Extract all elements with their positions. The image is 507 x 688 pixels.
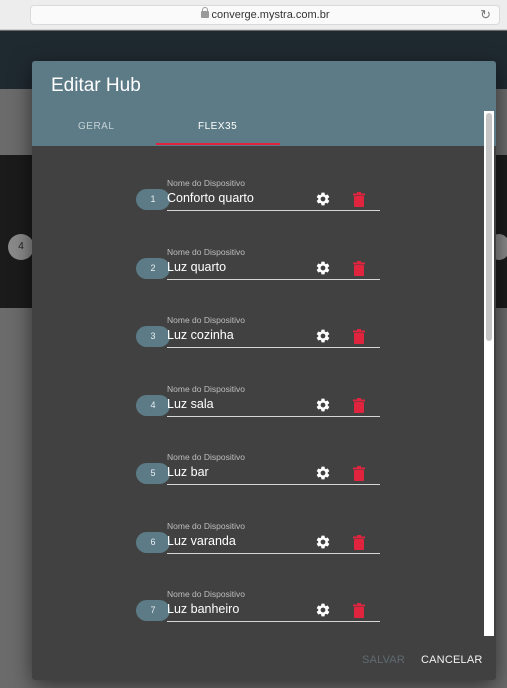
device-field-label: Nome do Dispositivo — [167, 178, 245, 188]
trash-icon[interactable] — [353, 329, 365, 344]
input-underline — [167, 347, 380, 348]
url-text: converge.mystra.com.br — [211, 9, 330, 21]
device-row: Nome do Dispositivo 4 Luz sala — [32, 384, 472, 444]
gear-icon[interactable] — [315, 191, 331, 207]
device-field-label: Nome do Dispositivo — [167, 520, 245, 531]
gear-icon[interactable] — [315, 534, 331, 550]
device-row: Nome do Dispositivo 3 Luz cozinha — [32, 315, 472, 375]
edit-hub-dialog: Editar Hub GERAL FLEX35 Nome do Disposit… — [32, 61, 496, 680]
tab-geral[interactable]: GERAL — [78, 121, 114, 132]
tab-flex35[interactable]: FLEX35 — [198, 121, 237, 132]
input-underline — [167, 415, 380, 417]
active-tab-indicator — [156, 143, 280, 145]
background-item-circle: 4 — [8, 234, 34, 260]
device-name-input[interactable]: Luz banheiro — [167, 602, 277, 616]
gear-icon[interactable] — [315, 260, 331, 276]
device-row: Nome do Dispositivo 5 Luz bar — [32, 452, 472, 512]
save-button[interactable]: SALVAR — [362, 654, 405, 666]
device-field-label: Nome do Dispositivo — [167, 315, 245, 325]
device-field-label: Nome do Dispositivo — [167, 383, 245, 394]
trash-icon[interactable] — [353, 466, 365, 481]
gear-icon[interactable] — [315, 602, 331, 618]
scrollbar-track[interactable] — [484, 111, 494, 636]
gear-icon[interactable] — [315, 328, 331, 344]
cancel-button[interactable]: CANCELAR — [421, 654, 483, 666]
trash-icon[interactable] — [353, 192, 365, 207]
device-number-badge: 7 — [136, 600, 170, 621]
reload-icon[interactable]: ↻ — [480, 7, 491, 23]
device-field-label: Nome do Dispositivo — [167, 589, 245, 599]
input-underline — [167, 552, 380, 554]
device-number-badge: 2 — [136, 257, 170, 279]
device-number-badge: 4 — [136, 394, 170, 416]
device-field-label: Nome do Dispositivo — [167, 452, 245, 462]
device-name-input[interactable]: Luz cozinha — [167, 328, 277, 342]
trash-icon[interactable] — [353, 603, 365, 618]
trash-icon[interactable] — [353, 397, 365, 413]
device-name-input[interactable]: Luz varanda — [167, 534, 277, 548]
device-number-badge: 3 — [136, 326, 170, 347]
address-bar[interactable]: converge.mystra.com.br ↻ — [30, 5, 500, 25]
dialog-header: Editar Hub GERAL FLEX35 — [32, 61, 496, 146]
input-underline — [167, 484, 380, 485]
device-number-badge: 5 — [136, 463, 170, 484]
url-display: converge.mystra.com.br — [31, 7, 499, 21]
device-row: Nome do Dispositivo 6 Luz varanda — [32, 521, 472, 581]
device-name-input[interactable]: Luz quarto — [167, 260, 277, 274]
gear-icon[interactable] — [315, 465, 331, 481]
trash-icon[interactable] — [353, 260, 365, 276]
device-name-input[interactable]: Luz bar — [167, 465, 277, 479]
device-name-input[interactable]: Conforto quarto — [167, 191, 277, 205]
trash-icon[interactable] — [353, 534, 365, 550]
device-row: Nome do Dispositivo 1 Conforto quarto — [32, 178, 472, 238]
lock-icon — [200, 7, 209, 18]
browser-toolbar: converge.mystra.com.br ↻ — [0, 0, 507, 30]
input-underline — [167, 278, 380, 280]
device-field-label: Nome do Dispositivo — [167, 246, 245, 257]
device-name-input[interactable]: Luz sala — [167, 397, 277, 411]
device-row: Nome do Dispositivo 7 Luz banheiro — [32, 589, 472, 649]
gear-icon[interactable] — [315, 397, 331, 413]
device-row: Nome do Dispositivo 2 Luz quarto — [32, 247, 472, 307]
input-underline — [167, 621, 380, 622]
scrollbar-thumb[interactable] — [486, 113, 492, 341]
input-underline — [167, 210, 380, 211]
dialog-title: Editar Hub — [51, 75, 141, 96]
device-number-badge: 1 — [136, 189, 170, 210]
device-number-badge: 6 — [136, 531, 170, 553]
